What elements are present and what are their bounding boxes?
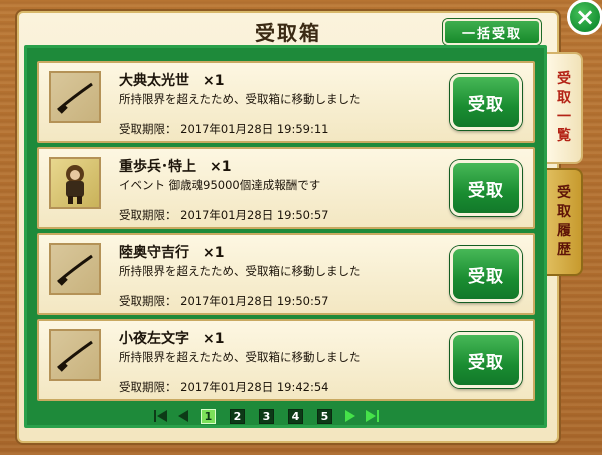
item-description: 所持限界を超えたため、受取箱に移動しました [119,92,361,106]
item-name: 大典太光世 ×1 [119,73,225,89]
list-item: 重歩兵･特上 ×1 イベント 御歳魂95000個達成報酬です 受取期限： 201… [37,147,535,229]
katana-icon [49,243,101,295]
receive-button[interactable]: 受取 [450,332,522,388]
page-3[interactable]: 3 [259,408,274,424]
tab-char: 取 [557,204,571,220]
tab-char: 履 [557,223,571,239]
heavy-infantry-icon [49,157,101,209]
list-item: 大典太光世 ×1 所持限界を超えたため、受取箱に移動しました 受取期限： 201… [37,61,535,143]
next-page-icon[interactable] [339,407,361,425]
item-name: 小夜左文字 ×1 [119,331,225,347]
list-item: 陸奥守吉行 ×1 所持限界を超えたため、受取箱に移動しました 受取期限： 201… [37,233,535,315]
item-name: 陸奥守吉行 ×1 [119,245,225,261]
tab-char: 歴 [557,242,571,258]
list-item: 小夜左文字 ×1 所持限界を超えたため、受取箱に移動しました 受取期限： 201… [37,319,535,401]
tab-char: 取 [557,90,571,106]
page-4[interactable]: 4 [288,408,303,424]
last-page-icon[interactable] [361,407,383,425]
item-deadline: 受取期限： 2017年01月28日 19:42:54 [119,380,329,394]
page-5[interactable]: 5 [317,408,332,424]
receive-button[interactable]: 受取 [450,74,522,130]
receive-button[interactable]: 受取 [450,160,522,216]
pagination: 1 2 3 4 5 [150,406,383,426]
tab-char: 一 [557,109,571,125]
item-deadline: 受取期限： 2017年01月28日 19:50:57 [119,208,329,222]
item-description: イベント 御歳魂95000個達成報酬です [119,178,321,192]
item-name: 重歩兵･特上 ×1 [119,159,232,175]
tab-receive-history[interactable]: 受 取 履 歴 [547,168,583,276]
item-deadline: 受取期限： 2017年01月28日 19:59:11 [119,122,329,136]
item-description: 所持限界を超えたため、受取箱に移動しました [119,264,361,278]
tab-char: 受 [557,185,571,201]
close-icon: × [574,3,596,31]
tab-char: 覧 [557,128,571,144]
first-page-icon[interactable] [150,407,172,425]
tab-inbox-list[interactable]: 受 取 一 覧 [547,52,583,164]
katana-icon [49,71,101,123]
page-2[interactable]: 2 [230,408,245,424]
katana-icon [49,329,101,381]
item-deadline: 受取期限： 2017年01月28日 19:50:57 [119,294,329,308]
dialog-title: 受取箱 [255,20,321,45]
page-1[interactable]: 1 [201,408,216,424]
receive-button[interactable]: 受取 [450,246,522,302]
bulk-receive-button[interactable]: 一括受取 [443,19,541,45]
prev-page-icon[interactable] [172,407,194,425]
close-button[interactable]: × [567,0,602,35]
tab-char: 受 [557,71,571,87]
item-description: 所持限界を超えたため、受取箱に移動しました [119,350,361,364]
